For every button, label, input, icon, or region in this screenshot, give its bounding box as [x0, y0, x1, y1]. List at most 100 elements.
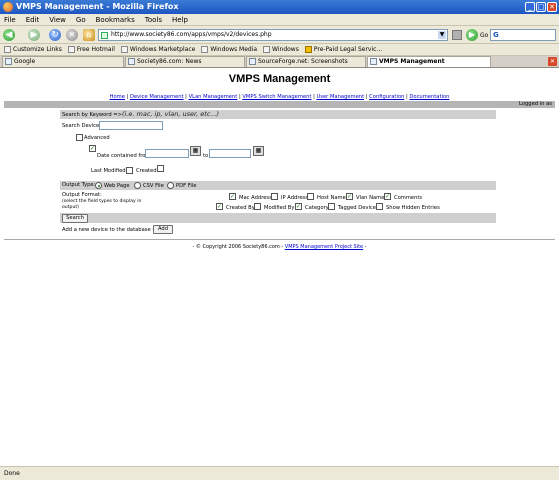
navigation-toolbar: ◀ ▶ ↻ ✕ ⌂ http://www.society86.com/apps/…	[0, 26, 559, 44]
last-modified-label: Last Modified	[91, 168, 126, 174]
output-format-label: Output Format:	[62, 192, 102, 198]
field-show-hidden-label: Show Hidden Entries	[386, 205, 440, 211]
field-ip-address-checkbox[interactable]	[271, 193, 278, 200]
date-to-calendar-icon[interactable]: ▦	[253, 146, 264, 156]
status-text: Done	[4, 470, 20, 477]
field-created-by-checkbox[interactable]: ✓	[216, 203, 223, 210]
date-to-input[interactable]	[209, 149, 251, 158]
warning-icon	[304, 46, 312, 53]
search-button[interactable]: Search	[62, 214, 88, 223]
created-label: Created	[136, 168, 157, 174]
url-dropdown-icon[interactable]: ▼	[438, 31, 446, 39]
menu-go[interactable]: Go	[76, 16, 86, 24]
forward-icon[interactable]: ▶	[28, 29, 40, 41]
url-bar[interactable]: http://www.society86.com/apps/vmps/v2/de…	[98, 29, 448, 41]
bookmark-icon	[120, 46, 128, 53]
last-modified-checkbox[interactable]	[126, 167, 133, 174]
field-vlan-name-checkbox[interactable]: ✓	[346, 193, 353, 200]
bookmark-item[interactable]: Windows Media	[201, 46, 257, 53]
go-label[interactable]: Go	[480, 32, 488, 39]
footer-suffix: -	[364, 244, 367, 250]
search-devices-label: Search Devices:	[62, 123, 104, 129]
created-checkbox[interactable]	[157, 165, 164, 172]
tab-sourceforge-screenshots[interactable]: SourceForge.net: Screenshots	[246, 56, 366, 67]
print-icon[interactable]	[452, 30, 462, 40]
add-device-button[interactable]: Add	[153, 225, 173, 234]
nav-link-vmps-switch-management[interactable]: VMPS Switch Management	[242, 94, 311, 100]
status-bar: Done	[0, 466, 559, 480]
menu-view[interactable]: View	[49, 16, 66, 24]
bookmark-icon	[4, 46, 11, 53]
site-nav: Home | Device Management | VLan Manageme…	[109, 94, 450, 100]
nav-link-device-management[interactable]: Device Management	[130, 94, 184, 100]
advanced-checkbox[interactable]	[76, 134, 83, 141]
field-category-checkbox[interactable]: ✓	[295, 203, 302, 210]
field-host-name-checkbox[interactable]	[307, 193, 314, 200]
date-from-calendar-icon[interactable]: ▦	[190, 146, 201, 156]
nav-link-home[interactable]: Home	[110, 94, 125, 100]
bookmark-item[interactable]: Windows Marketplace	[120, 46, 195, 53]
web-search-input[interactable]: G	[490, 29, 556, 41]
firefox-icon	[3, 2, 13, 12]
tab-favicon-icon	[370, 58, 377, 65]
stop-icon[interactable]: ✕	[66, 29, 78, 41]
search-devices-input[interactable]	[99, 121, 163, 130]
field-show-hidden-checkbox[interactable]	[376, 203, 383, 210]
nav-link-configuration[interactable]: Configuration	[369, 94, 404, 100]
reload-icon[interactable]: ↻	[49, 29, 61, 41]
bookmark-icon	[263, 46, 271, 53]
page-title: VMPS Management	[228, 73, 331, 85]
back-icon[interactable]: ◀	[3, 29, 15, 41]
menu-file[interactable]: File	[4, 16, 16, 24]
date-from-label: Date contained from	[97, 153, 151, 159]
search-keyword-bar: Search by Keyword =>(i.e. mac, ip, vlan,…	[60, 110, 496, 119]
bookmark-item[interactable]: Pre-Paid Legal Servic...	[304, 46, 382, 53]
menu-edit[interactable]: Edit	[26, 16, 40, 24]
date-range-checkbox[interactable]: ✓	[89, 145, 96, 152]
page-footer: - © Copyright 2006 Society86.com - VMPS …	[0, 244, 559, 250]
date-from-input[interactable]	[145, 149, 189, 158]
window-title: VMPS Management - Mozilla Firefox	[16, 2, 179, 11]
tab-favicon-icon	[5, 58, 12, 65]
tab-society86-news[interactable]: Society86.com: News	[125, 56, 245, 67]
field-host-name-label: Host Name	[317, 195, 346, 201]
close-icon[interactable]: ✕	[547, 2, 557, 12]
bookmark-item[interactable]: Free Hotmail	[67, 46, 115, 53]
field-modified-by-label: Modified By	[264, 205, 295, 211]
advanced-label: Advanced	[84, 135, 110, 141]
logged-in-label: Logged in as	[519, 101, 552, 107]
tab-vmps-management[interactable]: VMPS Management	[367, 56, 491, 67]
field-comments-checkbox[interactable]: ✓	[384, 193, 391, 200]
field-comments-label: Comments	[394, 195, 423, 201]
window-controls: _ □ ✕	[525, 2, 557, 12]
login-status-bar: Logged in as	[4, 101, 555, 108]
minimize-icon[interactable]: _	[525, 2, 535, 12]
nav-link-vlan-management[interactable]: VLan Management	[189, 94, 238, 100]
menu-help[interactable]: Help	[172, 16, 188, 24]
google-icon: G	[493, 31, 499, 39]
output-web-page-radio[interactable]	[95, 182, 102, 189]
menu-tools[interactable]: Tools	[145, 16, 162, 24]
bookmark-item[interactable]: Customize Links	[4, 46, 62, 53]
search-keyword-label: Search by Keyword =>	[62, 112, 122, 118]
maximize-icon[interactable]: □	[536, 2, 546, 12]
add-device-label: Add a new device to the database =>	[62, 227, 161, 233]
field-tagged-device-checkbox[interactable]	[328, 203, 335, 210]
field-mac-address-checkbox[interactable]: ✓	[229, 193, 236, 200]
footer-copyright: - © Copyright 2006 Society86.com -	[192, 244, 284, 250]
output-type-label: Output Type:	[62, 182, 96, 188]
output-web-page-label: Web Page	[104, 183, 130, 189]
field-mac-address-label: Mac Address	[239, 195, 272, 201]
close-tab-icon[interactable]: ✕	[548, 57, 557, 66]
home-icon[interactable]: ⌂	[83, 29, 95, 41]
go-icon[interactable]: ▶	[466, 29, 478, 41]
output-pdf-radio[interactable]	[167, 182, 174, 189]
nav-link-user-management[interactable]: User Management	[316, 94, 364, 100]
field-modified-by-checkbox[interactable]	[254, 203, 261, 210]
output-csv-radio[interactable]	[134, 182, 141, 189]
menu-bookmarks[interactable]: Bookmarks	[96, 16, 135, 24]
bookmark-item[interactable]: Windows	[263, 46, 299, 53]
tab-google[interactable]: Google	[2, 56, 124, 67]
nav-link-documentation[interactable]: Documentation	[409, 94, 449, 100]
footer-project-link[interactable]: VMPS Management Project Site	[285, 244, 363, 250]
